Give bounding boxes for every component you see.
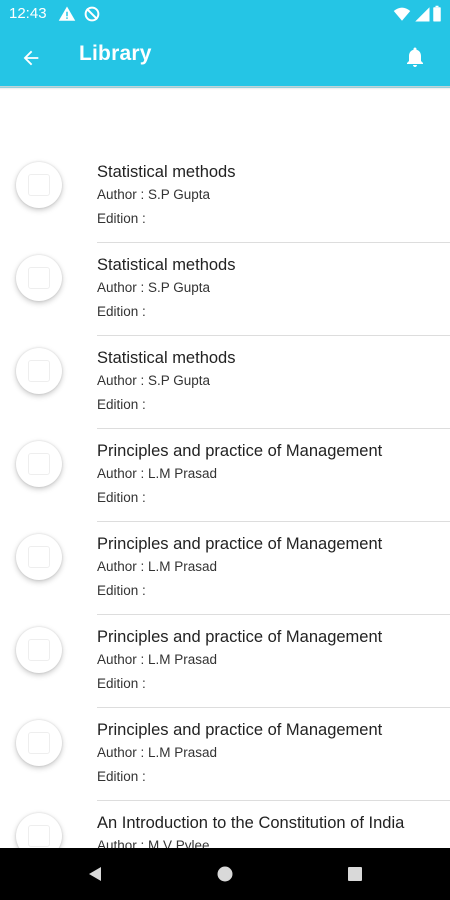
book-title: Statistical methods [97,349,236,367]
book-thumbnail [16,813,62,848]
arrow-left-icon [23,50,39,66]
book-list-item[interactable]: Statistical methods Author : S.P Gupta Edi… [0,243,450,336]
book-author: Author : S.P Gupta [97,373,211,388]
book-list-item[interactable]: Statistical methods Author : S.P Gupta Edi… [0,150,450,243]
book-thumbnail [16,720,62,766]
page-title: Library [79,42,152,65]
book-author: Author : L.M Prasad [97,652,218,667]
book-edition: Edition : [97,211,146,226]
book-edition: Edition : [97,490,146,505]
book-edition: Edition : [97,676,146,691]
book-author: Author : S.P Gupta [97,280,211,295]
wifi-icon [393,7,411,21]
book-thumbnail [16,627,62,673]
sync-off-icon [84,6,100,22]
book-title: Principles and practice of Management [97,721,383,739]
book-title: Principles and practice of Management [97,628,383,646]
battery-icon [433,5,441,22]
book-image-placeholder [28,732,50,754]
back-button[interactable] [14,41,48,75]
notifications-button[interactable] [400,42,430,72]
book-author: Author : L.M Prasad [97,745,218,760]
app-bar: Library [0,28,450,86]
book-image-placeholder [28,174,50,196]
status-time: 12:43 [9,5,47,22]
book-author: Author : S.P Gupta [97,187,211,202]
status-bar: 12:43 [0,0,450,28]
book-thumbnail [16,348,62,394]
book-image-placeholder [28,267,50,289]
book-list-item[interactable]: Statistical methods Author : S.P Gupta Edi… [0,336,450,429]
book-list-item[interactable]: Principles and practice of Management Aut… [0,429,450,522]
nav-home-button[interactable] [195,848,255,900]
bell-icon [407,47,423,67]
book-list-item[interactable]: Principles and practice of Management Aut… [0,522,450,615]
book-title: An Introduction to the Constitution of I… [97,814,405,832]
book-edition: Edition : [97,397,146,412]
book-thumbnail [16,162,62,208]
signal-icon [415,7,430,22]
book-title: Statistical methods [97,256,236,274]
book-list-item[interactable]: Principles and practice of Management Aut… [0,615,450,708]
system-nav-bar [0,848,450,900]
book-list[interactable]: Statistical methods Author : S.P Gupta Edi… [0,150,450,848]
book-edition: Edition : [97,583,146,598]
book-edition: Edition : [97,769,146,784]
book-thumbnail [16,441,62,487]
recents-square-icon [348,867,362,881]
book-author: Author : L.M Prasad [97,466,218,481]
book-image-placeholder [28,453,50,475]
nav-back-button[interactable] [65,848,125,900]
book-title: Statistical methods [97,163,236,181]
book-image-placeholder [28,546,50,568]
book-author: Author : L.M Prasad [97,559,218,574]
book-image-placeholder [28,639,50,661]
book-image-placeholder [28,360,50,382]
app-header: 12:43 Library [0,0,450,88]
back-triangle-icon [89,867,101,881]
book-list-item[interactable]: An Introduction to the Constitution of I… [0,801,450,848]
book-title: Principles and practice of Management [97,535,383,553]
book-title: Principles and practice of Management [97,442,383,460]
book-image-placeholder [28,825,50,847]
home-circle-icon [217,866,233,882]
book-author: Author : M.V Pylee [97,838,210,848]
book-edition: Edition : [97,304,146,319]
book-list-item[interactable]: Principles and practice of Management Aut… [0,708,450,801]
warning-icon [58,6,76,21]
nav-recents-button[interactable] [325,848,385,900]
book-thumbnail [16,255,62,301]
book-thumbnail [16,534,62,580]
header-shadow [0,86,450,90]
